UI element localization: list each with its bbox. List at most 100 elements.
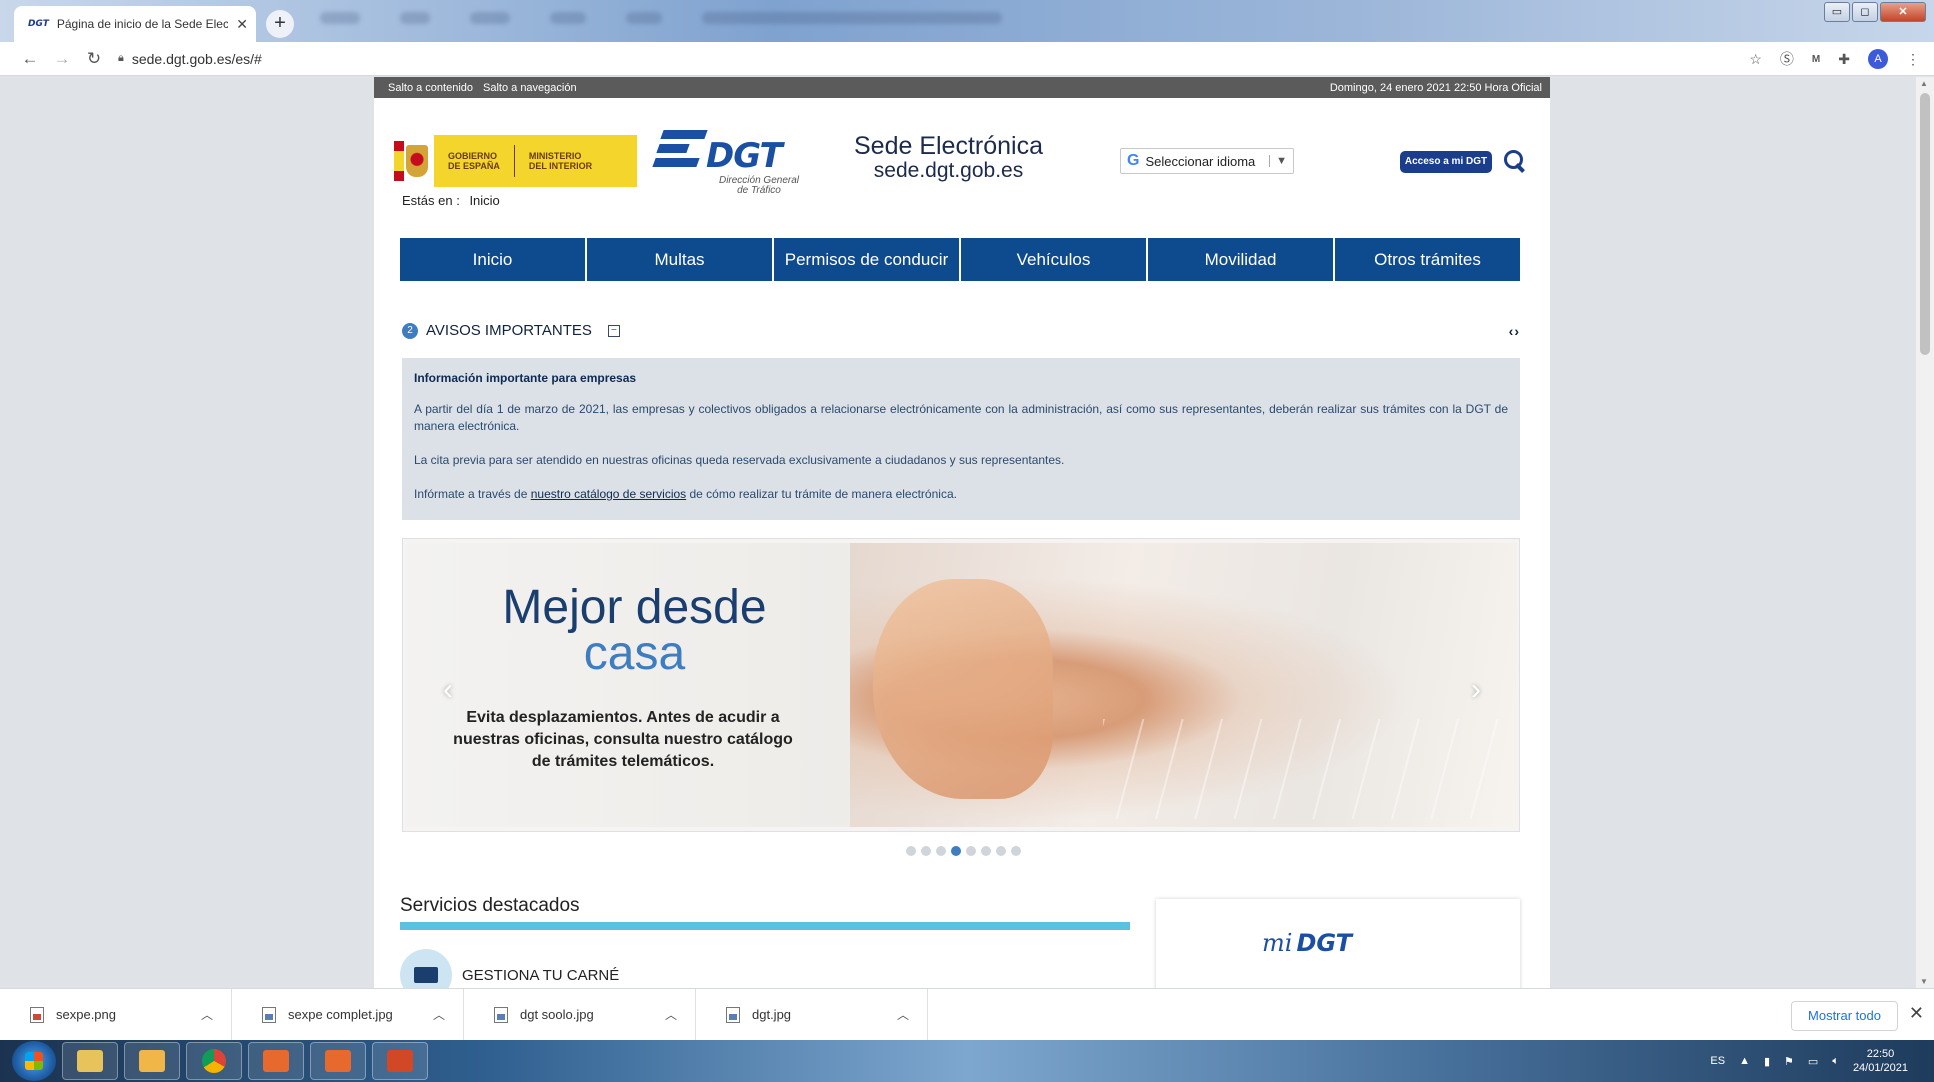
skip-to-navigation-link[interactable]: Salto a navegación xyxy=(483,82,577,94)
download-item[interactable]: sexpe.png ︿ xyxy=(0,988,232,1041)
hero-carousel: Mejor desde casa Evita desplazamientos. … xyxy=(402,538,1520,832)
dgt-mark-icon xyxy=(652,130,708,182)
close-tab-icon[interactable]: ✕ xyxy=(236,16,248,33)
clock-time: 22:50 xyxy=(1866,1048,1895,1060)
language-indicator[interactable]: ES xyxy=(1710,1055,1725,1067)
chevron-up-icon[interactable]: ︿ xyxy=(897,1006,909,1023)
gobierno-espana-logo[interactable]: GOBIERNO DE ESPAÑA MINISTERIO DEL INTERI… xyxy=(390,135,637,187)
volume-icon[interactable]: 🔈︎ xyxy=(1832,1055,1839,1068)
back-arrow-icon[interactable]: ← xyxy=(14,49,46,69)
site-header: GOBIERNO DE ESPAÑA MINISTERIO DEL INTERI… xyxy=(374,98,1550,198)
dgt-page: Salto a contenido Salto a navegación Dom… xyxy=(374,77,1550,988)
menu-kebab-icon[interactable]: ⋮ xyxy=(1906,51,1920,68)
mi-dgt-card[interactable]: mi DGT xyxy=(1156,899,1520,988)
download-name: sexpe.png xyxy=(56,1007,116,1022)
collapse-icon[interactable]: − xyxy=(607,324,620,337)
nav-movilidad[interactable]: Movilidad xyxy=(1148,238,1335,281)
scrollbar-thumb[interactable] xyxy=(1920,93,1930,355)
carousel-dot[interactable] xyxy=(996,846,1006,856)
sede-title-line1: Sede Electrónica xyxy=(854,132,1044,160)
avisos-content: Información importante para empresas A p… xyxy=(402,358,1520,520)
breadcrumb-current[interactable]: Inicio xyxy=(469,193,499,208)
servicios-title: Servicios destacados xyxy=(400,895,580,916)
dgt-logo[interactable]: DGT Dirección General de Tráfico xyxy=(652,128,799,198)
url-field[interactable]: 🔒︎ sede.dgt.gob.es/es/# xyxy=(118,51,262,67)
close-window-button[interactable]: ✕ xyxy=(1880,2,1926,22)
avisos-paragraph-1: A partir del día 1 de marzo de 2021, las… xyxy=(414,402,1508,433)
extension-m-icon[interactable]: M xyxy=(1812,54,1820,65)
carousel-dot[interactable] xyxy=(921,846,931,856)
carousel-dot[interactable] xyxy=(1011,846,1021,856)
scroll-down-icon[interactable]: ▼ xyxy=(1920,977,1928,986)
language-select[interactable]: G Seleccionar idioma ▼ xyxy=(1120,148,1294,174)
browser-tab[interactable]: DGT Página de inicio de la Sede Electr ✕ xyxy=(14,6,256,42)
chevron-up-icon[interactable]: ︿ xyxy=(433,1006,445,1023)
url-text: sede.dgt.gob.es/es/# xyxy=(131,50,262,67)
avisos-p3-before: Infórmate a través de xyxy=(414,487,531,501)
search-icon[interactable] xyxy=(1502,148,1526,172)
tray-monitor-icon[interactable]: ▭ xyxy=(1808,1055,1818,1068)
profile-avatar[interactable]: A xyxy=(1868,49,1888,69)
skip-to-content-link[interactable]: Salto a contenido xyxy=(388,82,473,94)
carousel-dot[interactable] xyxy=(936,846,946,856)
tray-flag-icon[interactable]: ⚑ xyxy=(1784,1055,1794,1068)
download-item[interactable]: sexpe complet.jpg ︿ xyxy=(232,988,464,1041)
gestiona-carne-label: GESTIONA TU CARNÉ xyxy=(462,966,620,984)
nav-vehiculos[interactable]: Vehículos xyxy=(961,238,1148,281)
carousel-dot[interactable] xyxy=(951,846,961,856)
nav-multas[interactable]: Multas xyxy=(587,238,774,281)
main-navigation: Inicio Multas Permisos de conducir Vehíc… xyxy=(400,238,1520,281)
carousel-dot[interactable] xyxy=(981,846,991,856)
show-all-button[interactable]: Mostrar todo xyxy=(1791,1001,1898,1031)
acceso-mi-dgt-button[interactable]: Acceso a mi DGT xyxy=(1400,151,1492,173)
start-button[interactable] xyxy=(12,1041,56,1081)
maximize-window-button[interactable]: ◻ xyxy=(1852,2,1878,22)
carousel-dot[interactable] xyxy=(966,846,976,856)
nav-otros-tramites[interactable]: Otros trámites xyxy=(1335,238,1520,281)
avisos-prev-next-arrows-icon[interactable]: ‹› xyxy=(1509,323,1520,339)
extension-s-icon[interactable]: Ⓢ xyxy=(1780,49,1794,69)
language-select-label: Seleccionar idioma xyxy=(1145,153,1256,169)
id-card-icon xyxy=(400,949,452,988)
page-scrollbar[interactable]: ▲ ▼ xyxy=(1916,77,1934,988)
gestiona-carne-item[interactable]: GESTIONA TU CARNÉ xyxy=(400,949,619,988)
chevron-up-icon[interactable]: ︿ xyxy=(201,1006,213,1023)
new-tab-button[interactable]: + xyxy=(266,10,294,38)
reload-icon[interactable]: ↻ xyxy=(78,49,110,69)
chevron-up-icon[interactable]: ︿ xyxy=(665,1006,677,1023)
tray-network-icon[interactable]: ▮ xyxy=(1764,1055,1770,1068)
taskbar-powerpoint[interactable] xyxy=(372,1042,428,1080)
download-item[interactable]: dgt.jpg ︿ xyxy=(696,988,928,1041)
nav-inicio[interactable]: Inicio xyxy=(400,238,587,281)
catalogo-servicios-link[interactable]: nuestro catálogo de servicios xyxy=(531,487,686,501)
top-strip: Salto a contenido Salto a navegación Dom… xyxy=(374,77,1550,98)
dropdown-arrow-icon: ▼ xyxy=(1269,155,1287,167)
download-item[interactable]: dgt soolo.jpg ︿ xyxy=(464,988,696,1041)
forward-arrow-icon[interactable]: → xyxy=(46,49,78,69)
windows-logo-icon xyxy=(25,1052,43,1070)
windows-taskbar: ES ▲ ▮ ⚑ ▭ 🔈︎ 22:50 24/01/2021 xyxy=(0,1040,1934,1082)
mi-dgt-prefix: mi xyxy=(1262,929,1293,957)
camera-icon xyxy=(325,1050,351,1072)
taskbar-chrome[interactable] xyxy=(186,1042,242,1080)
official-date: Domingo, 24 enero 2021 22:50 Hora Oficia… xyxy=(1329,81,1542,94)
chrome-icon xyxy=(202,1049,226,1073)
taskbar-explorer[interactable] xyxy=(62,1042,118,1080)
taskbar-app-orange-1[interactable] xyxy=(248,1042,304,1080)
carousel-prev-icon[interactable]: ‹ xyxy=(443,673,453,707)
clock[interactable]: 22:50 24/01/2021 xyxy=(1853,1047,1908,1075)
tray-expand-icon[interactable]: ▲ xyxy=(1739,1055,1750,1067)
minimize-window-button[interactable]: ▭ xyxy=(1824,2,1850,22)
carousel-dot[interactable] xyxy=(906,846,916,856)
hand-typing-image xyxy=(873,579,1053,799)
taskbar-app-orange-2[interactable] xyxy=(310,1042,366,1080)
extensions-puzzle-icon[interactable]: ✚ xyxy=(1838,51,1850,68)
taskbar-outlook[interactable] xyxy=(124,1042,180,1080)
scroll-up-icon[interactable]: ▲ xyxy=(1920,79,1928,88)
close-downloads-icon[interactable]: ✕ xyxy=(1909,1003,1924,1024)
system-tray: ES ▲ ▮ ⚑ ▭ 🔈︎ 22:50 24/01/2021 xyxy=(1710,1040,1908,1082)
download-name: dgt soolo.jpg xyxy=(520,1007,594,1022)
bookmark-star-icon[interactable]: ☆ xyxy=(1749,51,1762,68)
nav-permisos[interactable]: Permisos de conducir xyxy=(774,238,961,281)
carousel-next-icon[interactable]: › xyxy=(1471,673,1481,707)
